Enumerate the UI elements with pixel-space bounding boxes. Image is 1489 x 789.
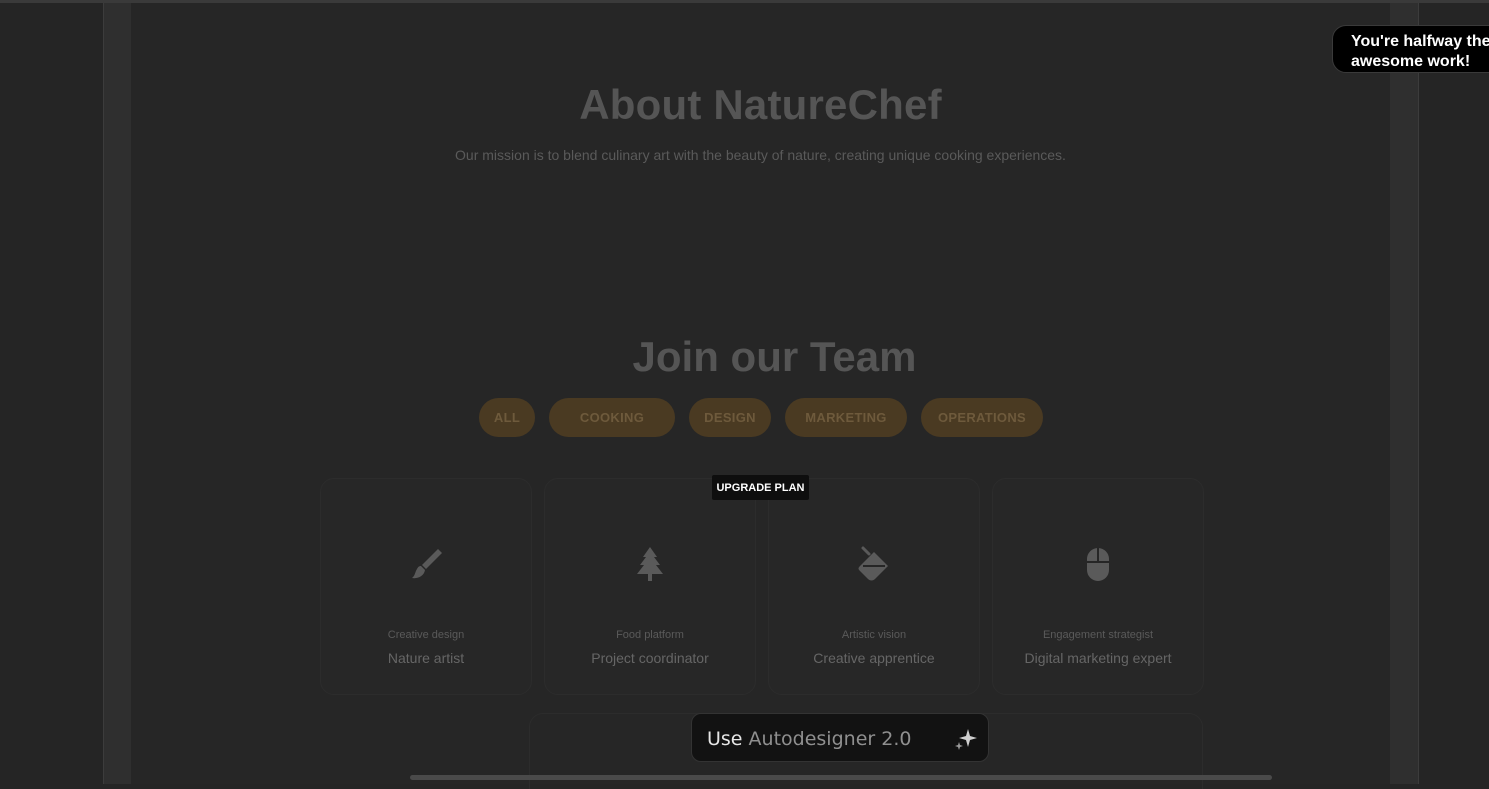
filter-all-button[interactable]: ALL: [479, 398, 535, 437]
toast-line-1: You're halfway the: [1351, 33, 1489, 50]
team-card[interactable]: Food platform Project coordinator: [544, 478, 756, 695]
card-role: Digital marketing expert: [1024, 650, 1172, 666]
sparkle-icon: [954, 727, 978, 751]
filter-design-button[interactable]: DESIGN: [689, 398, 771, 437]
about-title: About NatureChef: [579, 81, 942, 128]
card-role: Nature artist: [387, 650, 465, 666]
team-card[interactable]: Creative design Nature artist: [320, 478, 532, 695]
toast-line-2: awesome work!: [1351, 53, 1471, 70]
filter-cooking-button[interactable]: COOKING: [549, 398, 675, 437]
filter-marketing-button[interactable]: MARKETING: [785, 398, 907, 437]
progress-toast: You're halfway the awesome work!: [1332, 25, 1489, 73]
left-frame-rail: [103, 3, 132, 784]
mouse-icon: [993, 545, 1203, 585]
team-title: Join our Team: [632, 333, 917, 380]
about-subtitle: Our mission is to blend culinary art wit…: [455, 147, 1066, 163]
card-category: Creative design: [387, 629, 465, 641]
card-category: Artistic vision: [841, 629, 907, 641]
filter-operations-button[interactable]: OPERATIONS: [921, 398, 1043, 437]
paint-bucket-icon: [769, 545, 979, 585]
paintbrush-icon: [321, 545, 531, 585]
card-category: Engagement strategist: [1042, 629, 1154, 641]
autodesigner-brand: Autodesigner 2.0: [748, 728, 912, 750]
autodesigner-button[interactable]: Use Autodesigner 2.0: [691, 713, 989, 762]
page-canvas: About NatureChef Our mission is to blend…: [131, 3, 1390, 789]
horizontal-scrollbar[interactable]: [410, 775, 1272, 780]
tree-icon: [545, 545, 755, 585]
upgrade-plan-badge[interactable]: UPGRADE PLAN: [712, 475, 809, 500]
card-category: Food platform: [616, 629, 684, 641]
team-card[interactable]: Artistic vision Creative apprentice: [768, 478, 980, 695]
right-frame-rail: [1390, 3, 1419, 784]
autodesigner-label: Use Autodesigner 2.0: [707, 728, 911, 750]
card-role: Creative apprentice: [813, 650, 935, 666]
team-card[interactable]: Engagement strategist Digital marketing …: [992, 478, 1204, 695]
autodesigner-prefix: Use: [707, 728, 743, 750]
card-role: Project coordinator: [591, 650, 709, 666]
